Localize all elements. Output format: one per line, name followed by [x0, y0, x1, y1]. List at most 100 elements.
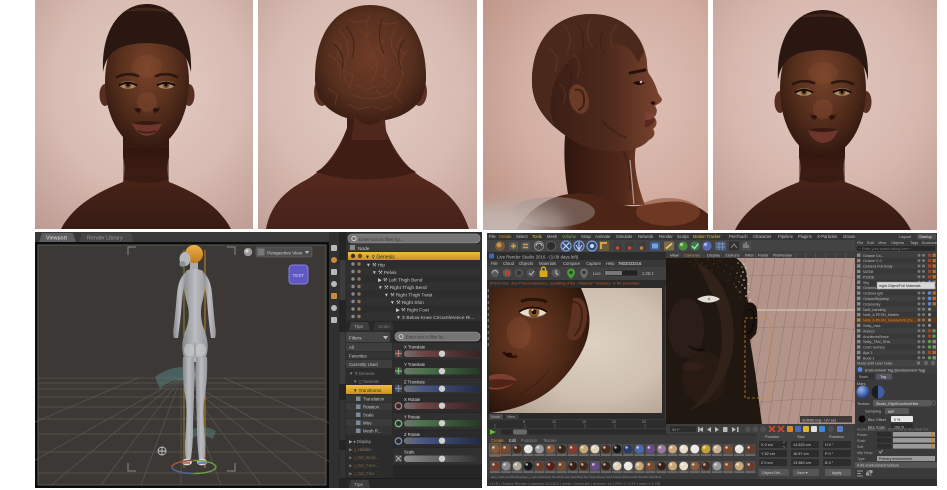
svg-text:Simulate: Simulate	[616, 234, 633, 239]
svg-text:Viewport: Viewport	[46, 236, 67, 242]
svg-text:Animate: Animate	[595, 234, 611, 239]
svg-text:Filters: Filters	[349, 335, 362, 340]
svg-text:▼ ⚲ Genesis: ▼ ⚲ Genesis	[365, 255, 395, 261]
svg-text:Rotation: Rotation	[829, 434, 844, 439]
svg-text:Mat_1 Skin.02 SSS Brow Eye: Mat_1 Skin.02 SSS Brow Eye_L Lips Gold C…	[491, 475, 662, 479]
svg-text:NaN_banding: NaN_banding	[863, 308, 886, 312]
svg-text:Compare: Compare	[563, 261, 581, 266]
svg-text:Capture: Capture	[586, 261, 602, 266]
svg-text:M2SB: M2SB	[863, 270, 874, 274]
svg-text:LIVE | Octane Render | sam: LIVE | Octane Render | samples 512/512 |…	[490, 482, 661, 486]
svg-text:Cloud: Cloud	[503, 261, 515, 266]
svg-text:Type: Type	[857, 457, 865, 461]
svg-text:View: View	[878, 240, 887, 245]
svg-text:Options: Options	[726, 252, 740, 257]
svg-text:Y Rotate: Y Rotate	[404, 415, 421, 420]
svg-text:Texture: Texture	[543, 438, 557, 443]
svg-text:Rush: Rush	[857, 439, 865, 443]
svg-text:PenTouch: PenTouch	[729, 234, 748, 239]
svg-text:1:25:1: 1:25:1	[642, 271, 654, 276]
svg-text:P 0 °: P 0 °	[825, 452, 834, 456]
svg-text:0 %: 0 %	[894, 418, 901, 422]
svg-text:Render Library: Render Library	[87, 236, 123, 242]
svg-text:Environment Tag [Environment T: Environment Tag [Environment Tag]	[865, 369, 925, 373]
svg-text:Setty_TAN_SHA: Setty_TAN_SHA	[863, 340, 891, 344]
svg-text:Setty_max: Setty_max	[863, 324, 881, 328]
svg-text:Tips: Tips	[354, 482, 363, 488]
svg-text:X Rotate: X Rotate	[404, 397, 421, 402]
svg-text:Scale: Scale	[363, 413, 374, 418]
svg-text:Body 1: Body 1	[863, 356, 874, 360]
svg-text:Texture: Texture	[857, 402, 869, 406]
svg-text:▼ Σ Below Knee Circumference R: ▼ Σ Below Knee Circumference Ri...	[396, 315, 474, 321]
svg-text:Misc: Misc	[363, 421, 373, 426]
svg-text:night Object/Full Materials: night Object/Full Materials	[879, 284, 921, 288]
svg-text:X Translate: X Translate	[404, 345, 426, 350]
svg-text:90 F: 90 F	[672, 428, 680, 432]
svg-text:Sculpt: Sculpt	[677, 234, 689, 239]
svg-text:Recalculation 2000 x 1500, RGB: Recalculation 2000 x 1500, RGB (8 Bit), …	[857, 428, 931, 432]
svg-text:▶ ⚒ Right Foot: ▶ ⚒ Right Foot	[396, 307, 429, 313]
svg-text:Live Render Studio 2016 - (1:0: Live Render Studio 2016 - (1:09 days lef…	[497, 255, 579, 260]
svg-text:Network: Network	[638, 234, 654, 239]
svg-text:4.42 environment texture: 4.42 environment texture	[857, 464, 899, 468]
svg-text:P230B: P230B	[863, 275, 875, 279]
svg-text:▼ Transforms: ▼ Transforms	[353, 388, 382, 393]
svg-text:14.525 cm: 14.525 cm	[793, 443, 811, 447]
svg-text:File: File	[491, 261, 498, 266]
svg-text:Favorites: Favorites	[349, 353, 367, 358]
svg-text:Octanesky: Octanesky	[863, 302, 881, 306]
svg-text:H 0 °: H 0 °	[825, 443, 834, 447]
svg-text:View: View	[670, 252, 679, 257]
svg-text:Scale: Scale	[404, 450, 415, 455]
svg-text:▼ ◻ General: ▼ ◻ General	[353, 379, 379, 384]
svg-text:Live: Live	[593, 271, 601, 276]
svg-text:View: View	[507, 415, 515, 419]
svg-text:Help: Help	[606, 261, 615, 266]
svg-text:Node: Node	[358, 246, 370, 252]
svg-text:Function: Function	[521, 438, 538, 443]
svg-text:Cameras: Cameras	[684, 252, 700, 257]
svg-text:Sampling: Sampling	[865, 410, 881, 414]
svg-text:▼ ⚒ Hip: ▼ ⚒ Hip	[366, 262, 385, 268]
svg-text:Mode Edit User Data: Mode Edit User Data	[857, 362, 893, 366]
svg-text:Translation: Translation	[363, 397, 385, 402]
svg-text:▼ ⚒ Pelvis: ▼ ⚒ Pelvis	[372, 270, 397, 276]
svg-text:[Prev] Disc, disc PriceGuide(: [Prev] Disc, disc PriceGuide(Sec), Updat…	[490, 281, 640, 286]
svg-text:Position: Position	[765, 434, 779, 439]
svg-text:Create: Create	[499, 234, 512, 239]
svg-text:Z 0 cm: Z 0 cm	[761, 461, 773, 465]
svg-text:Size: Size	[797, 434, 806, 439]
svg-text:TEST: TEST	[293, 273, 305, 278]
svg-text:Studio_RightCombineHide: Studio_RightCombineHide	[876, 402, 918, 406]
svg-text:Plugins: Plugins	[798, 234, 812, 239]
svg-text:OctaneLight: OctaneLight	[863, 292, 883, 296]
svg-text:Soft: Soft	[857, 445, 863, 449]
svg-text:▼ ⚲ Genesis: ▼ ⚲ Genesis	[349, 371, 375, 376]
svg-text:Node: Node	[491, 415, 500, 419]
svg-text:Object-Rel...: Object-Rel...	[762, 471, 783, 475]
svg-text:7603033316: 7603033316	[618, 261, 642, 266]
svg-text:Mesh: Mesh	[547, 234, 558, 239]
svg-text:▼ ⚒ Right Thigh Bend: ▼ ⚒ Right Thigh Bend	[378, 285, 427, 291]
svg-text:Tools: Tools	[532, 234, 542, 239]
svg-text:New ▾: New ▾	[797, 471, 808, 475]
svg-text:Objects: Objects	[891, 240, 904, 245]
svg-text:Y 52 cm: Y 52 cm	[761, 452, 775, 456]
svg-text:Tag: Tag	[880, 375, 886, 379]
svg-text:Primary environment: Primary environment	[879, 457, 912, 461]
svg-text:Y Translate: Y Translate	[404, 362, 426, 367]
svg-text:File: File	[857, 240, 863, 245]
svg-text:13.982 cm: 13.982 cm	[793, 461, 811, 465]
svg-text:Currently Used: Currently Used	[349, 362, 378, 367]
svg-text:25: 25	[642, 420, 646, 424]
svg-text:MIP: MIP	[888, 410, 895, 414]
svg-text:Apply: Apply	[832, 471, 842, 475]
svg-text:All: All	[349, 345, 354, 350]
svg-text:▶ △ DZ_Face...: ▶ △ DZ_Face...	[349, 463, 379, 468]
svg-text:▶ ⚒ Left Thigh Bend: ▶ ⚒ Left Thigh Bend	[378, 277, 423, 283]
svg-text:Z Translate: Z Translate	[404, 380, 426, 385]
svg-text:16.97 cm: 16.97 cm	[793, 452, 809, 456]
svg-text:Volume: Volume	[562, 234, 577, 239]
svg-text:ArchitectsBrace: ArchitectsBrace	[863, 335, 889, 339]
